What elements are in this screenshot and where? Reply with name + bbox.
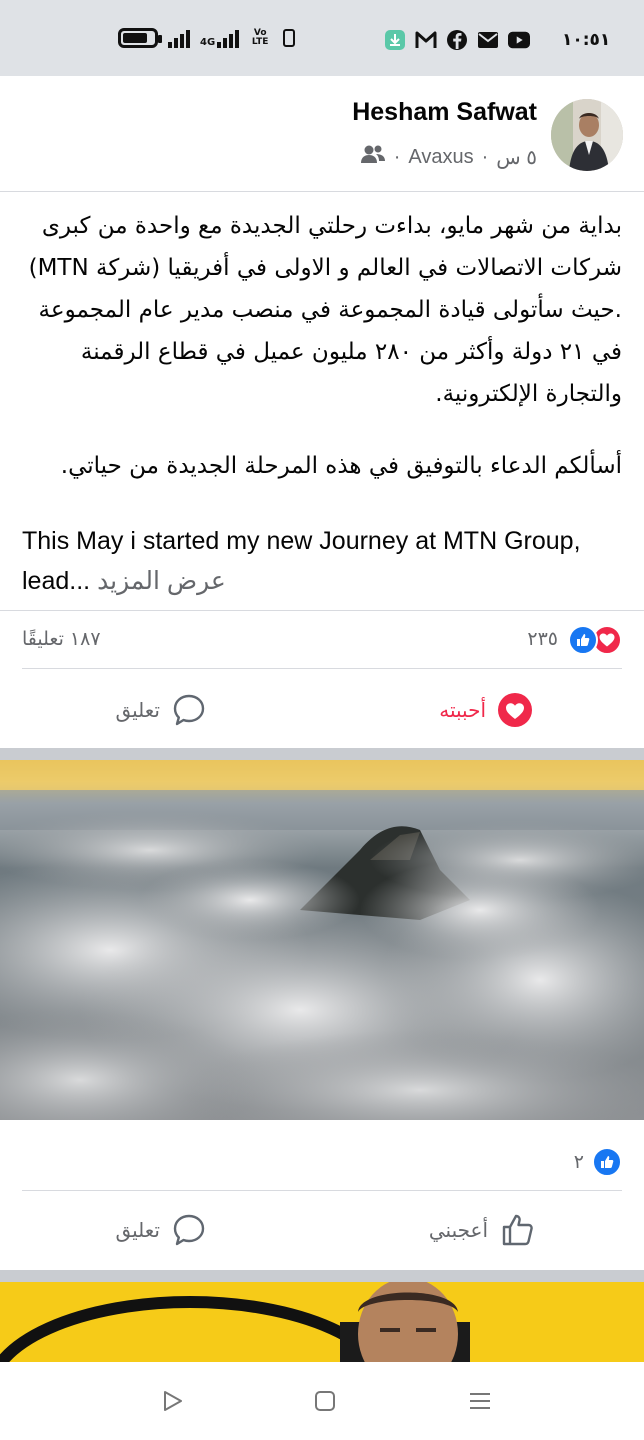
post-actions: أعجبني تعليق (0, 1200, 644, 1260)
like-reaction-icon (592, 1147, 622, 1177)
post-meta: · Avaxus · ٥ س (360, 144, 537, 170)
page-name[interactable]: Avaxus (408, 146, 473, 169)
back-icon[interactable] (157, 1386, 187, 1416)
comment-button[interactable]: تعليق (115, 680, 206, 740)
post-time: ٥ س (496, 146, 537, 169)
youtube-icon (508, 29, 530, 51)
heart-icon (498, 693, 532, 727)
volte-icon: Vo LTE (251, 28, 269, 47)
like-button-label: أعجبني (428, 1218, 488, 1242)
meta-separator: · (481, 145, 489, 168)
reaction-count[interactable]: ٢٣٥ (527, 628, 558, 650)
like-reaction-icon (568, 625, 598, 655)
gmail-icon (415, 29, 437, 51)
thumbs-up-icon (502, 1214, 533, 1246)
clock: ١٠:٥١ (562, 30, 611, 50)
comment-button[interactable]: تعليق (115, 1200, 206, 1260)
network-type: 4G (200, 37, 216, 48)
comment-button-label: تعليق (115, 698, 160, 722)
author-name[interactable]: Hesham Safwat (352, 98, 537, 127)
reactions-summary[interactable]: ٢ (574, 1147, 622, 1177)
friends-icon (360, 144, 386, 170)
comment-button-label: تعليق (115, 1218, 160, 1242)
avatar[interactable] (551, 99, 623, 171)
system-nav-bar (0, 1362, 644, 1440)
signal-4g-icon: 4G (200, 28, 240, 48)
section-separator (0, 748, 644, 760)
status-indicators: 4G Vo LTE (118, 28, 296, 48)
reactions-summary[interactable]: ١٨٧ تعليقًا ٢٣٥ (22, 622, 622, 658)
post-header: Hesham Safwat · Avaxus · ٥ س (0, 76, 644, 192)
post-text: بداية من شهر مايو، بداءت رحلتي الجديدة م… (22, 205, 622, 601)
recents-icon[interactable] (465, 1386, 495, 1416)
download-notification-icon (384, 29, 406, 51)
signal-icon (168, 28, 190, 48)
notification-icons (384, 29, 530, 51)
facebook-icon (446, 29, 468, 51)
divider (22, 1190, 622, 1191)
love-button[interactable]: أحببته (439, 680, 532, 740)
divider (0, 610, 644, 611)
home-icon[interactable] (310, 1386, 340, 1416)
comment-icon (173, 1214, 205, 1246)
divider (22, 668, 622, 669)
next-post-image[interactable] (0, 1282, 644, 1362)
post-actions: أحببته تعليق (0, 680, 644, 740)
like-button[interactable]: أعجبني (429, 1200, 536, 1260)
meta-separator: · (393, 145, 401, 168)
post-text-arabic-2: أسألكم الدعاء بالتوفيق في هذه المرحلة ال… (60, 453, 622, 479)
status-bar: 4G Vo LTE ١٠:٥١ (0, 0, 644, 76)
battery-icon (118, 28, 162, 48)
post-text-arabic-1: بداية من شهر مايو، بداءت رحلتي الجديدة م… (28, 213, 622, 407)
see-more-link[interactable]: عرض المزيد (97, 567, 226, 595)
section-separator (0, 1270, 644, 1282)
comment-icon (173, 694, 205, 726)
love-button-label: أحببته (439, 698, 486, 722)
mail-icon (477, 29, 499, 51)
post-text-english: This May i started my new Journey at MTN… (22, 521, 622, 601)
post-image[interactable] (0, 760, 644, 1120)
reaction-icons (568, 625, 622, 655)
comment-count[interactable]: ١٨٧ تعليقًا (22, 628, 101, 650)
vibrate-icon (283, 29, 296, 47)
reaction-count: ٢ (573, 1151, 584, 1173)
